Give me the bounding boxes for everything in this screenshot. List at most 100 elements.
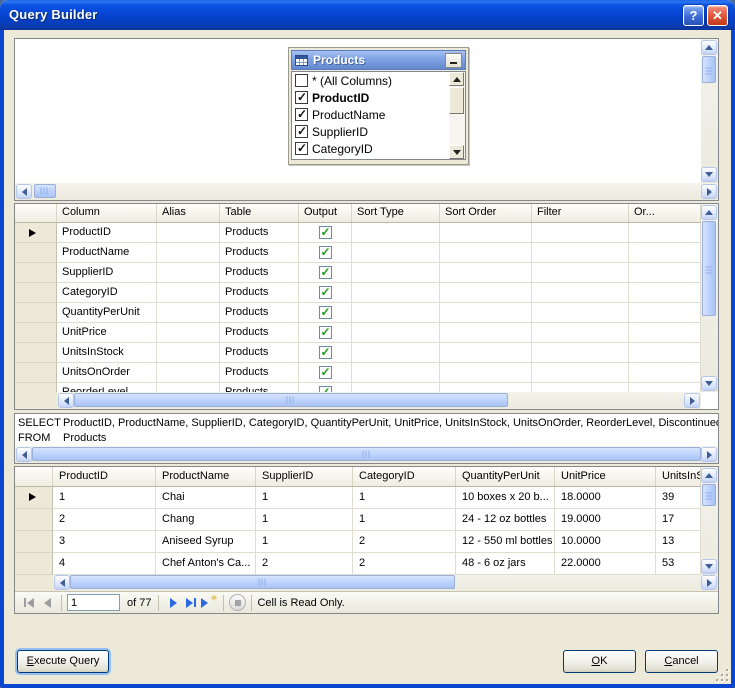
cell-or[interactable] [629, 383, 701, 392]
cell-alias[interactable] [157, 323, 220, 343]
cell-sort-type[interactable] [352, 303, 440, 323]
cell-filter[interactable] [532, 303, 629, 323]
cell-quantityperunit[interactable]: 24 - 12 oz bottles [456, 509, 555, 531]
scroll-down-button[interactable] [701, 167, 717, 182]
cell-unitsinstock[interactable]: 53 [656, 553, 701, 575]
checkbox-checked-icon[interactable] [295, 108, 308, 121]
scroll-down-button[interactable] [701, 376, 717, 391]
row-selector[interactable] [15, 303, 57, 323]
cell-output[interactable] [299, 243, 352, 263]
cell-quantityperunit[interactable]: 10 boxes x 20 b... [456, 487, 555, 509]
resize-grip[interactable] [715, 668, 728, 681]
scroll-down-button[interactable] [701, 559, 717, 574]
scroll-left-button[interactable] [16, 184, 32, 199]
cell-table[interactable]: Products [220, 243, 299, 263]
cell-sort-type[interactable] [352, 263, 440, 283]
header-column[interactable]: Column [57, 204, 157, 222]
close-button[interactable]: ✕ [707, 5, 728, 26]
diagram-horizontal-scrollbar[interactable] [15, 183, 718, 200]
header-quantityperunit[interactable]: QuantityPerUnit [456, 467, 555, 486]
cell-filter[interactable] [532, 243, 629, 263]
sql-pane[interactable]: SELECT ProductID, ProductName, SupplierI… [14, 413, 719, 464]
cell-filter[interactable] [532, 363, 629, 383]
cell-or[interactable] [629, 363, 701, 383]
cell-sort-order[interactable] [440, 363, 532, 383]
scroll-down-button[interactable] [449, 145, 464, 159]
cell-filter[interactable] [532, 383, 629, 392]
execute-query-button[interactable]: Execute Query [17, 650, 109, 673]
cell-sort-type[interactable] [352, 343, 440, 363]
header-or[interactable]: Or... [629, 204, 701, 222]
cell-table[interactable]: Products [220, 303, 299, 323]
scroll-up-button[interactable] [701, 40, 717, 55]
cell-table[interactable]: Products [220, 283, 299, 303]
cell-sort-type[interactable] [352, 323, 440, 343]
cell-filter[interactable] [532, 283, 629, 303]
header-output[interactable]: Output [299, 204, 352, 222]
cell-alias[interactable] [157, 303, 220, 323]
scroll-right-button[interactable] [684, 393, 700, 408]
row-selector[interactable] [15, 363, 57, 383]
output-checkbox-icon[interactable] [319, 326, 332, 339]
cell-alias[interactable] [157, 223, 220, 243]
move-last-button[interactable] [182, 594, 200, 612]
cell-alias[interactable] [157, 283, 220, 303]
cell-column[interactable]: UnitPrice [57, 323, 157, 343]
cell-sort-type[interactable] [352, 283, 440, 303]
cell-output[interactable] [299, 223, 352, 243]
cell-or[interactable] [629, 243, 701, 263]
list-item-productname[interactable]: ProductName [292, 106, 465, 123]
row-selector[interactable] [15, 263, 57, 283]
output-checkbox-icon[interactable] [319, 366, 332, 379]
output-checkbox-icon[interactable] [319, 346, 332, 359]
header-table[interactable]: Table [220, 204, 299, 222]
cell-categoryid[interactable]: 1 [353, 487, 456, 509]
scrollbar-thumb[interactable] [702, 221, 716, 316]
scroll-right-button[interactable] [701, 447, 717, 462]
cell-column[interactable]: ProductName [57, 243, 157, 263]
cell-column[interactable]: UnitsOnOrder [57, 363, 157, 383]
results-vertical-scrollbar[interactable] [701, 467, 718, 575]
cell-sort-type[interactable] [352, 223, 440, 243]
cell-productid[interactable]: 1 [53, 487, 156, 509]
header-filter[interactable]: Filter [532, 204, 629, 222]
cell-sort-order[interactable] [440, 383, 532, 392]
scroll-right-button[interactable] [701, 575, 717, 590]
cell-table[interactable]: Products [220, 323, 299, 343]
list-item-all-columns[interactable]: * (All Columns) [292, 72, 465, 89]
cell-table[interactable]: Products [220, 223, 299, 243]
scroll-up-button[interactable] [701, 205, 717, 220]
row-selector[interactable] [15, 323, 57, 343]
cell-unitprice[interactable]: 22.0000 [555, 553, 656, 575]
cell-quantityperunit[interactable]: 12 - 550 ml bottles [456, 531, 555, 553]
cell-alias[interactable] [157, 243, 220, 263]
cell-sort-order[interactable] [440, 283, 532, 303]
cell-output[interactable] [299, 383, 352, 392]
list-item-productid[interactable]: ProductID [292, 89, 465, 106]
output-checkbox-icon[interactable] [319, 246, 332, 259]
header-unitsinstock[interactable]: UnitsInStock [656, 467, 701, 486]
products-table-window[interactable]: Products * (All Columns) ProductID Produ… [288, 47, 469, 165]
diagram-vertical-scrollbar[interactable] [701, 39, 718, 183]
cell-filter[interactable] [532, 323, 629, 343]
scroll-up-button[interactable] [701, 468, 717, 483]
checkbox-checked-icon[interactable] [295, 125, 308, 138]
header-sort-order[interactable]: Sort Order [440, 204, 532, 222]
cell-supplierid[interactable]: 1 [256, 531, 353, 553]
move-first-button[interactable] [20, 594, 38, 612]
cell-output[interactable] [299, 343, 352, 363]
output-checkbox-icon[interactable] [319, 306, 332, 319]
cell-unitprice[interactable]: 10.0000 [555, 531, 656, 553]
checkbox-unchecked-icon[interactable] [295, 74, 308, 87]
scroll-left-button[interactable] [16, 447, 32, 462]
cell-column[interactable]: ReorderLevel [57, 383, 157, 392]
cell-unitsinstock[interactable]: 13 [656, 531, 701, 553]
cell-sort-type[interactable] [352, 243, 440, 263]
cell-output[interactable] [299, 283, 352, 303]
cell-sort-type[interactable] [352, 383, 440, 392]
cell-or[interactable] [629, 283, 701, 303]
row-selector[interactable] [15, 553, 53, 575]
header-supplierid[interactable]: SupplierID [256, 467, 353, 486]
cell-output[interactable] [299, 263, 352, 283]
list-item-categoryid[interactable]: CategoryID [292, 140, 465, 157]
